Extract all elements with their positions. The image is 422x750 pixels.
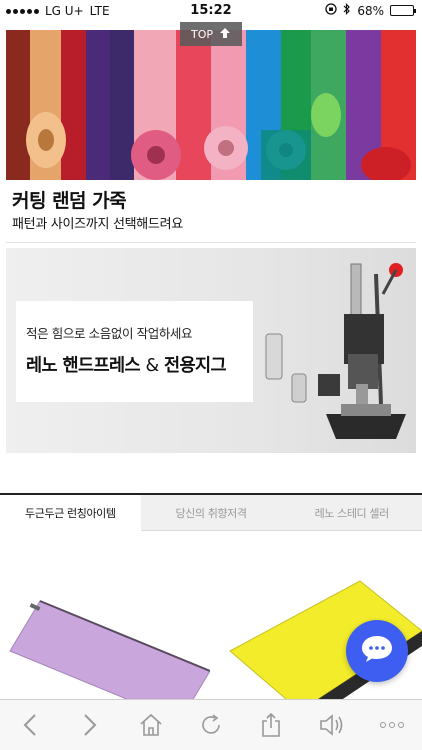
orientation-lock-icon: [325, 3, 337, 18]
status-right: 68%: [325, 3, 416, 18]
arrow-up-icon: [219, 27, 231, 42]
press-banner-amp: &: [145, 356, 160, 376]
browser-toolbar: [0, 699, 422, 750]
reload-icon[interactable]: [191, 705, 231, 745]
press-banner-line1: 적은 힘으로 소음없이 작업하세요: [26, 326, 193, 341]
battery-icon: [390, 5, 416, 16]
hero-subtitle: 패턴과 사이즈까지 선택해드려요: [12, 217, 183, 232]
back-icon[interactable]: [10, 705, 50, 745]
bluetooth-icon: [343, 3, 351, 18]
product-card-purple-pouch[interactable]: [0, 561, 211, 699]
forward-icon[interactable]: [70, 705, 110, 745]
hand-press-banner[interactable]: 적은 힘으로 소음없이 작업하세요 레노 핸드프레스 & 전용지그: [6, 248, 416, 453]
product-tabs: 두근두근 런칭아이템 당신의 취향저격 레노 스테디 셀러: [0, 493, 422, 531]
press-banner-text-card: 적은 힘으로 소음없이 작업하세요 레노 핸드프레스 & 전용지그: [16, 301, 253, 402]
hand-press-image: [256, 254, 416, 449]
press-banner-line2: 레노 핸드프레스 & 전용지그: [26, 352, 253, 377]
sound-icon[interactable]: [312, 705, 352, 745]
press-banner-product: 레노 핸드프레스: [26, 356, 141, 376]
chat-button[interactable]: [346, 620, 408, 682]
press-banner-jig: 전용지그: [164, 356, 227, 376]
scroll-top-button[interactable]: TOP: [180, 22, 242, 46]
tab-your-taste[interactable]: 당신의 취향저격: [140, 495, 282, 531]
status-bar: LG U+ LTE 15:22 68%: [0, 0, 422, 22]
leather-hero-image[interactable]: [6, 30, 416, 180]
home-icon[interactable]: [131, 705, 171, 745]
hero-title[interactable]: 커팅 랜덤 가죽: [12, 186, 127, 213]
battery-percent: 68%: [357, 3, 384, 18]
tab-launching-items[interactable]: 두근두근 런칭아이템: [0, 495, 141, 531]
divider: [6, 242, 416, 243]
tab-steady-seller[interactable]: 레노 스테디 셀러: [281, 495, 422, 531]
share-icon[interactable]: [251, 705, 291, 745]
more-icon[interactable]: [372, 705, 412, 745]
top-label: TOP: [190, 27, 213, 41]
chat-bubble-icon: [360, 634, 394, 668]
